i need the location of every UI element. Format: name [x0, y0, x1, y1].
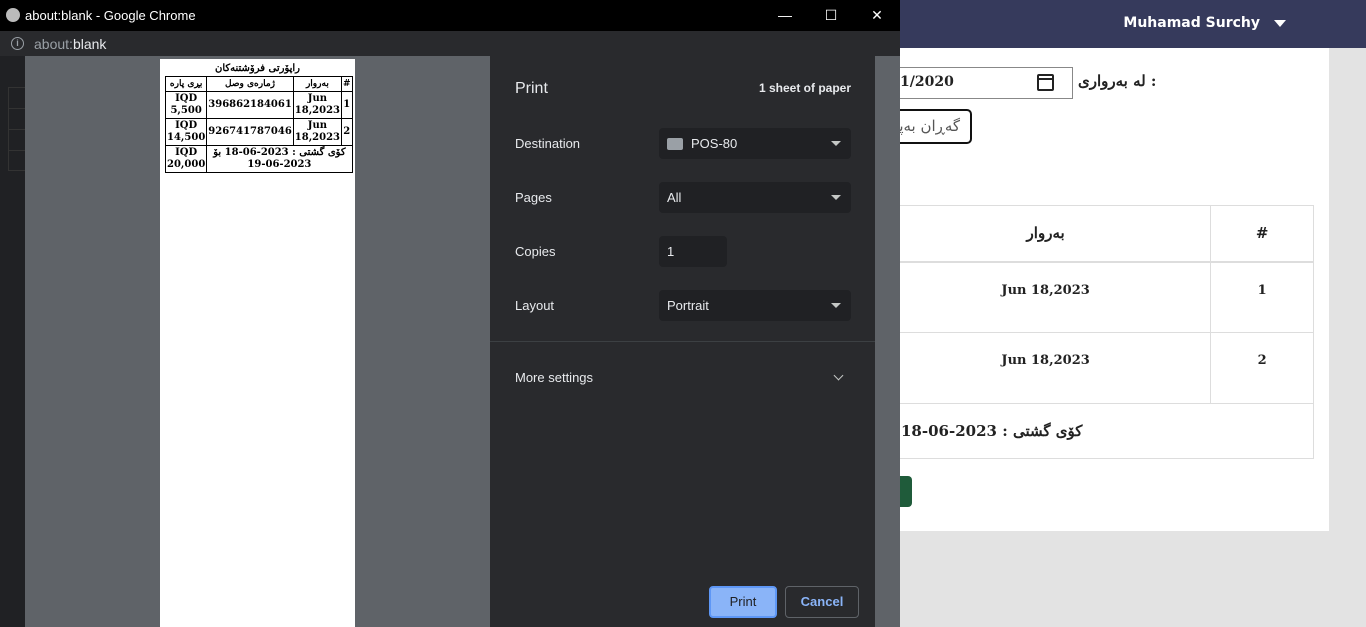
info-icon[interactable]: i: [11, 37, 24, 50]
calendar-icon[interactable]: [1037, 74, 1054, 91]
receipt-amount: IQD 5,500: [164, 91, 208, 119]
more-settings-toggle[interactable]: More settings: [515, 370, 593, 385]
maximize-button[interactable]: ☐: [808, 0, 854, 31]
layout-label: Layout: [515, 298, 555, 313]
receipt-header-invoice: ژمارەی وصل: [206, 76, 294, 92]
address-bar[interactable]: i about:blank: [0, 31, 900, 56]
receipt-header-index: #: [341, 76, 353, 92]
row-date: Jun 18,2023: [879, 332, 1212, 404]
dialog-margin: [875, 56, 900, 627]
chevron-down-icon: [831, 141, 841, 146]
receipt-header-amount: بڕی پارە: [164, 76, 208, 92]
total-row: کۆی گشتی : 2023-06-18: [880, 403, 1314, 459]
url-scheme: about:: [34, 36, 73, 52]
sheet-count: 1 sheet of paper: [758, 81, 851, 95]
user-menu[interactable]: Muhamad Surchy: [1123, 15, 1286, 31]
pages-select[interactable]: All: [659, 182, 851, 213]
report-table: بەروار # Jun 18,2023 1 Jun 18,2023 2 کۆی…: [879, 205, 1314, 459]
cancel-button[interactable]: Cancel: [785, 586, 859, 618]
divider: [490, 341, 875, 342]
row-index: 1: [1210, 261, 1314, 333]
layout-select[interactable]: Portrait: [659, 290, 851, 321]
receipt-total-amount: IQD 20,000: [164, 145, 208, 173]
copies-label: Copies: [515, 244, 556, 259]
date-label: لە بەرواری :: [1078, 72, 1157, 90]
receipt-table: بڕی پارە ژمارەی وصل بەروار # IQD 5,500 3…: [164, 76, 353, 173]
receipt-title: راپۆرتی فرۆشتنەکان: [214, 63, 301, 74]
receipt-total-text: کۆی گشتی : 2023-06-18 بۆ 2023-06-19: [206, 145, 353, 173]
chevron-down-icon: [831, 195, 841, 200]
user-name: Muhamad Surchy: [1123, 15, 1260, 31]
receipt-invoice: 926741787046: [206, 118, 294, 146]
receipt-index: 2: [341, 118, 353, 146]
pages-label: Pages: [515, 190, 552, 205]
caret-down-icon: [1274, 19, 1286, 27]
chrome-window: about:blank - Google Chrome — ☐ ✕ i abou…: [0, 0, 900, 627]
receipt-invoice: 396862184061: [206, 91, 294, 119]
row-index: 2: [1210, 332, 1314, 404]
destination-label: Destination: [515, 136, 581, 151]
chevron-down-icon: [831, 303, 841, 308]
receipt-date: Jun 18,2023: [292, 118, 343, 146]
row-date: Jun 18,2023: [879, 261, 1212, 333]
receipt-amount: IQD 14,500: [164, 118, 208, 146]
chevron-down-icon[interactable]: [833, 370, 844, 381]
url-path: blank: [72, 36, 107, 52]
destination-select[interactable]: POS-80: [659, 128, 851, 159]
window-title: about:blank - Google Chrome: [25, 8, 196, 23]
url-text: about:blank: [34, 36, 106, 52]
receipt-date: Jun 18,2023: [292, 91, 343, 119]
globe-icon: [6, 8, 20, 22]
receipt-index: 1: [341, 91, 353, 119]
copies-input[interactable]: 1: [659, 236, 727, 267]
print-settings-panel: Print 1 sheet of paper Destination POS-8…: [490, 56, 875, 627]
layout-value: Portrait: [667, 298, 709, 313]
close-button[interactable]: ✕: [854, 0, 900, 31]
destination-value: POS-80: [691, 136, 738, 151]
header-date: بەروار: [879, 205, 1212, 263]
minimize-button[interactable]: —: [762, 0, 808, 31]
print-title: Print: [515, 80, 548, 97]
page-table-fragment: [8, 87, 25, 171]
printer-icon: [667, 137, 683, 150]
header-index: #: [1210, 205, 1314, 263]
title-bar: about:blank - Google Chrome — ☐ ✕: [0, 0, 900, 31]
print-button[interactable]: Print: [709, 586, 777, 618]
receipt-header-date: بەروار: [292, 76, 343, 92]
pages-value: All: [667, 190, 682, 205]
